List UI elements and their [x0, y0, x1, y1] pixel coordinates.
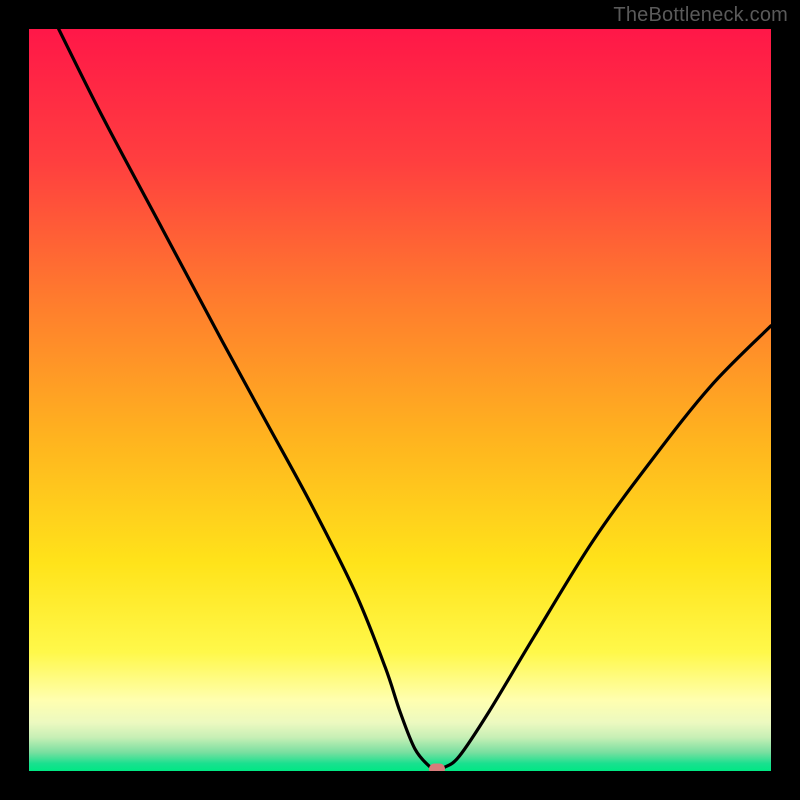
plot-area: [29, 29, 771, 771]
bottleneck-curve: [29, 29, 771, 771]
chart-frame: TheBottleneck.com: [0, 0, 800, 800]
watermark-text: TheBottleneck.com: [613, 4, 788, 27]
optimal-point-marker: [429, 763, 445, 771]
